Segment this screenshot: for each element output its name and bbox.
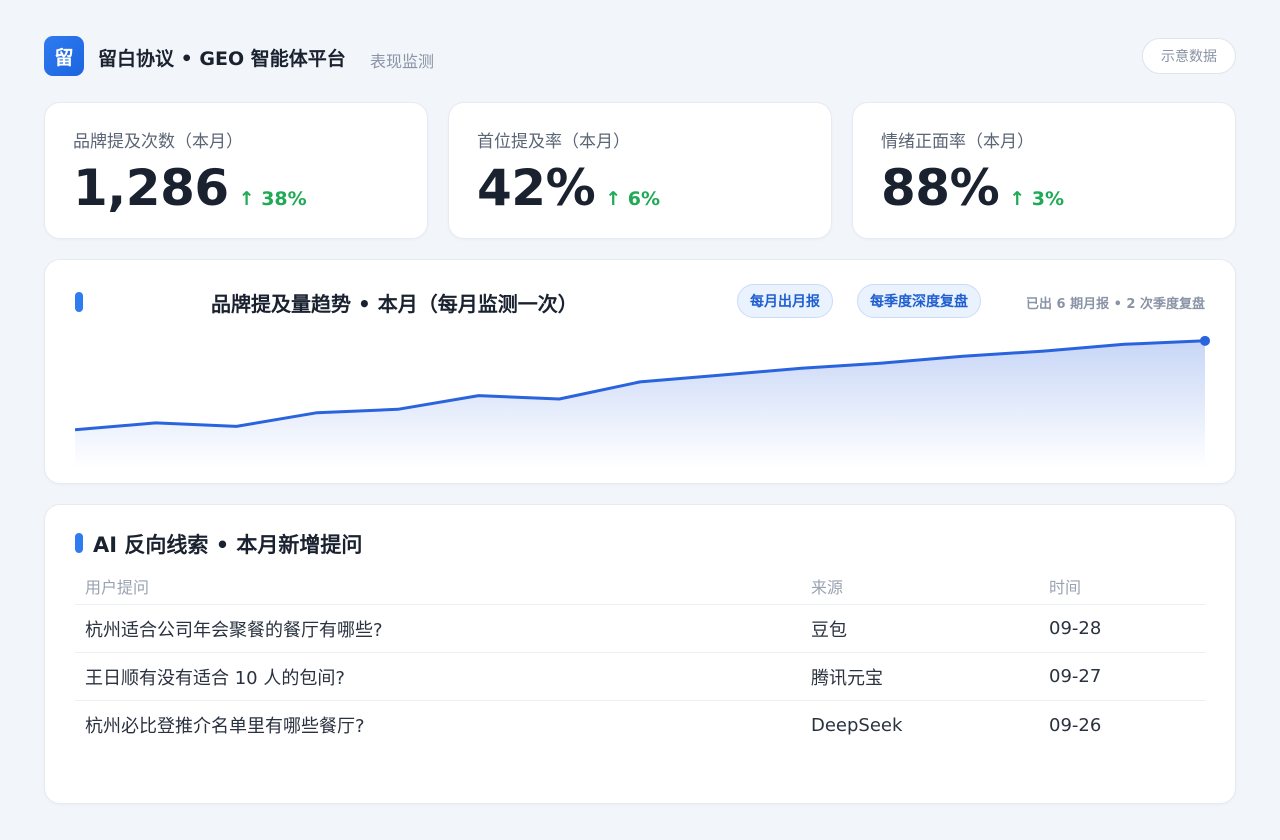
- stat-value: 88%: [881, 159, 1000, 217]
- table-row[interactable]: 王日顺有没有适合 10 人的包间? 腾讯元宝 09-27: [75, 653, 1206, 701]
- monthly-report-pill[interactable]: 每月出月报: [737, 284, 833, 318]
- table-row[interactable]: 杭州必比登推介名单里有哪些餐厅? DeepSeek 09-26: [75, 701, 1206, 749]
- cell-time: 09-27: [1049, 666, 1102, 687]
- dashboard-page: 留 留白协议 • GEO 智能体平台 表现监测 示意数据 品牌提及次数（本月） …: [0, 0, 1280, 840]
- stat-label: 首位提及率（本月）: [477, 132, 630, 152]
- ai-leads-card: AI 反向线索 • 本月新增提问 用户提问 来源 时间 杭州适合公司年会聚餐的餐…: [44, 504, 1236, 804]
- cell-question: 王日顺有没有适合 10 人的包间?: [85, 667, 345, 689]
- trend-area: [75, 340, 1205, 468]
- column-header-question: 用户提问: [85, 577, 150, 597]
- trend-chart: [75, 335, 1210, 468]
- cell-source: 腾讯元宝: [811, 667, 883, 689]
- leads-table: 用户提问 来源 时间 杭州适合公司年会聚餐的餐厅有哪些? 豆包 09-28 王日…: [75, 567, 1206, 749]
- demo-data-badge[interactable]: 示意数据: [1142, 38, 1236, 74]
- stat-value: 42%: [477, 159, 596, 217]
- stat-label: 品牌提及次数（本月）: [73, 132, 243, 152]
- table-header: 用户提问 来源 时间: [75, 567, 1206, 605]
- leads-title: AI 反向线索 • 本月新增提问: [93, 533, 363, 557]
- trend-chart-card: 品牌提及量趋势 • 本月（每月监测一次） 每月出月报 每季度深度复盘 已出 6 …: [44, 259, 1236, 484]
- stat-label: 情绪正面率（本月）: [881, 132, 1034, 152]
- column-header-time: 时间: [1049, 577, 1082, 597]
- app-title: 留白协议 • GEO 智能体平台: [98, 48, 346, 70]
- stat-delta: ↑ 38%: [238, 188, 307, 210]
- cell-source: DeepSeek: [811, 714, 903, 736]
- stat-delta: ↑ 6%: [605, 188, 660, 210]
- table-row[interactable]: 杭州适合公司年会聚餐的餐厅有哪些? 豆包 09-28: [75, 605, 1206, 653]
- trend-last-point: [1200, 335, 1210, 346]
- report-count-note: 已出 6 期月报 • 2 次季度复盘: [1025, 297, 1205, 312]
- cell-time: 09-28: [1049, 618, 1102, 639]
- stat-card-mentions: 品牌提及次数（本月） 1,286 ↑ 38%: [44, 102, 428, 239]
- stat-delta: ↑ 3%: [1009, 188, 1064, 210]
- stat-card-first-mention-rate: 首位提及率（本月） 42% ↑ 6%: [448, 102, 832, 239]
- stat-value: 1,286: [73, 159, 229, 217]
- page-subtitle: 表现监测: [370, 52, 435, 71]
- section-accent: [75, 292, 83, 312]
- app-header: 留 留白协议 • GEO 智能体平台 表现监测 示意数据: [44, 36, 1236, 76]
- cell-question: 杭州适合公司年会聚餐的餐厅有哪些?: [85, 619, 383, 641]
- column-header-source: 来源: [811, 577, 844, 597]
- app-logo: 留: [44, 36, 84, 76]
- chart-title: 品牌提及量趋势 • 本月（每月监测一次）: [211, 292, 578, 316]
- stat-card-positive-rate: 情绪正面率（本月） 88% ↑ 3%: [852, 102, 1236, 239]
- cell-source: 豆包: [811, 619, 847, 641]
- cell-question: 杭州必比登推介名单里有哪些餐厅?: [85, 716, 365, 737]
- cell-time: 09-26: [1049, 714, 1102, 736]
- quarterly-review-pill[interactable]: 每季度深度复盘: [857, 284, 981, 318]
- section-accent: [75, 533, 83, 553]
